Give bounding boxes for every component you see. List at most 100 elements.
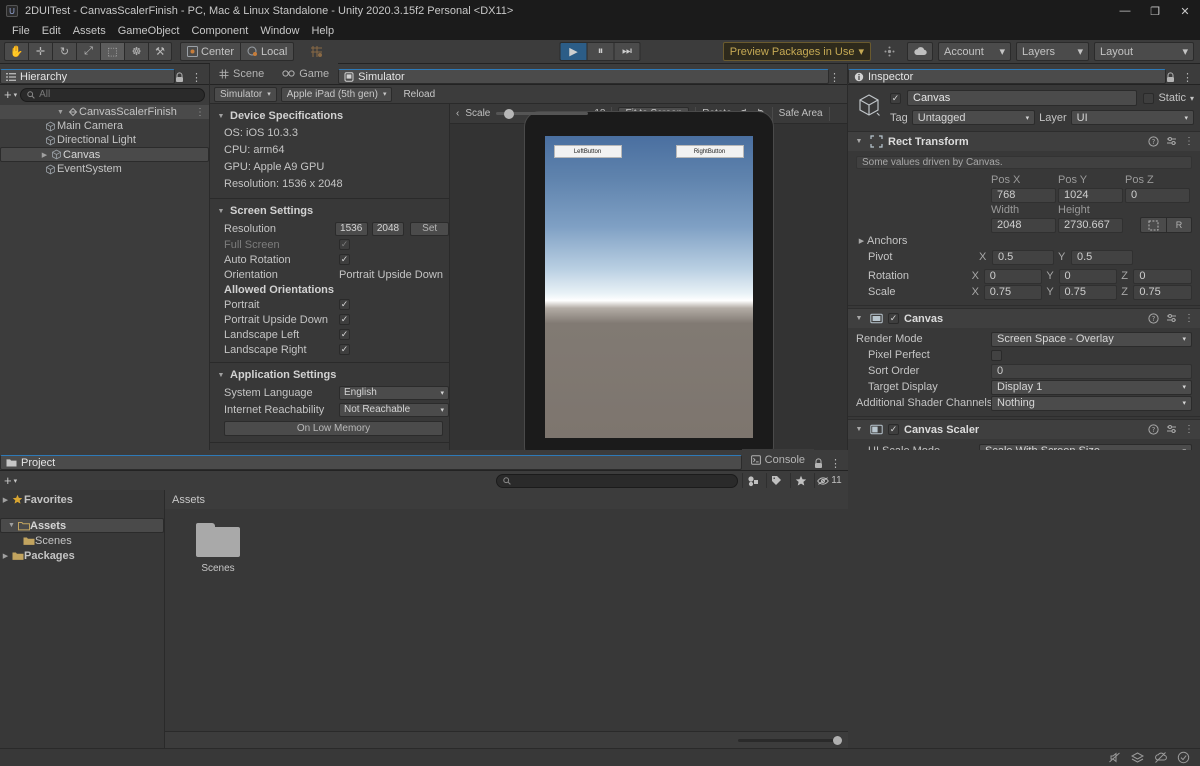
static-checkbox[interactable]: ✓ bbox=[1143, 92, 1155, 104]
menu-component[interactable]: Component bbox=[185, 22, 254, 40]
services-icon[interactable] bbox=[876, 42, 902, 61]
scale-x-input[interactable]: 0.75 bbox=[983, 284, 1043, 300]
allowed-landscape-left-checkbox[interactable]: ✓ bbox=[339, 329, 350, 340]
hierarchy-search-input[interactable]: All bbox=[20, 87, 205, 102]
lock-icon[interactable] bbox=[814, 458, 823, 469]
kebab-icon[interactable]: ⋮ bbox=[1184, 424, 1194, 435]
pixel-perfect-checkbox[interactable]: ✓ bbox=[991, 349, 1002, 361]
pos-x-input[interactable]: 768 bbox=[991, 187, 1056, 203]
tab-hierarchy[interactable]: Hierarchy bbox=[0, 69, 175, 84]
expand-arrow-icon[interactable]: ▶ bbox=[856, 237, 867, 245]
auto-rotation-checkbox[interactable]: ✓ bbox=[339, 254, 350, 265]
preset-icon[interactable] bbox=[1166, 424, 1177, 435]
on-low-memory-button[interactable]: On Low Memory bbox=[224, 421, 443, 436]
tab-simulator[interactable]: Simulator bbox=[338, 69, 829, 84]
right-button[interactable]: RightButton bbox=[675, 145, 744, 158]
help-icon[interactable]: ? bbox=[1148, 136, 1159, 147]
rotation-z-input[interactable]: 0 bbox=[1133, 268, 1193, 284]
kebab-icon[interactable]: ⋮ bbox=[829, 71, 840, 84]
kebab-icon[interactable]: ⋮ bbox=[195, 107, 205, 118]
tab-game[interactable]: Game bbox=[273, 63, 339, 84]
lock-icon[interactable] bbox=[175, 72, 184, 83]
collapse-arrow-icon[interactable]: ▼ bbox=[854, 426, 864, 433]
cloud-icon[interactable] bbox=[907, 42, 933, 61]
hierarchy-item-directional-light[interactable]: Directional Light bbox=[0, 133, 209, 147]
preset-icon[interactable] bbox=[1166, 313, 1177, 324]
collapse-arrow-icon[interactable]: ▼ bbox=[6, 522, 17, 529]
height-input[interactable]: 2730.667 bbox=[1058, 217, 1123, 233]
pivot-x-input[interactable]: 0.5 bbox=[992, 249, 1054, 265]
filter-by-label-icon[interactable] bbox=[766, 473, 786, 488]
kebab-icon[interactable]: ⋮ bbox=[191, 71, 202, 84]
allowed-portrait-upside-down-checkbox[interactable]: ✓ bbox=[339, 314, 350, 325]
rect-transform-header[interactable]: ▼ Rect Transform ? ⋮ bbox=[848, 132, 1200, 151]
asset-size-slider[interactable] bbox=[738, 735, 842, 745]
hidden-packages-count[interactable]: 11 bbox=[814, 473, 844, 488]
blueprint-mode-button[interactable]: R bbox=[1166, 217, 1192, 233]
minimize-button[interactable]: — bbox=[1110, 0, 1140, 22]
expand-arrow-icon[interactable]: ▶ bbox=[0, 496, 11, 504]
pivot-y-input[interactable]: 0.5 bbox=[1071, 249, 1133, 265]
allowed-portrait-checkbox[interactable]: ✓ bbox=[339, 299, 350, 310]
target-display-dropdown[interactable]: Display 1 ▾ bbox=[991, 379, 1192, 395]
kebab-icon[interactable]: ⋮ bbox=[1182, 71, 1193, 84]
hierarchy-item-canvas[interactable]: ▶ Canvas bbox=[0, 147, 209, 162]
rotate-tool-icon[interactable]: ↻ bbox=[52, 42, 76, 61]
layers-status-icon[interactable] bbox=[1131, 751, 1144, 764]
project-item-favorites[interactable]: ▶ Favorites bbox=[0, 492, 164, 507]
close-button[interactable]: ✕ bbox=[1170, 0, 1200, 22]
project-item-assets[interactable]: ▼ Assets bbox=[0, 518, 164, 533]
canvas-scaler-enabled-checkbox[interactable]: ✓ bbox=[888, 424, 899, 435]
tag-dropdown[interactable]: Untagged ▾ bbox=[911, 110, 1036, 125]
pause-button[interactable]: ⏸ bbox=[586, 42, 614, 61]
anchors-row[interactable]: ▶ Anchors bbox=[848, 233, 1200, 249]
render-mode-dropdown[interactable]: Screen Space - Overlay ▾ bbox=[991, 331, 1192, 347]
project-item-packages[interactable]: ▶ Packages bbox=[0, 548, 164, 563]
no-collab-icon[interactable] bbox=[1154, 751, 1167, 764]
scale-slider[interactable] bbox=[496, 108, 589, 119]
allowed-landscape-right-checkbox[interactable]: ✓ bbox=[339, 344, 350, 355]
expand-arrow-icon[interactable]: ▶ bbox=[0, 552, 11, 560]
preview-packages-button[interactable]: Preview Packages in Use ▾ bbox=[722, 42, 871, 61]
simulator-mode-dropdown[interactable]: Simulator ▾ bbox=[214, 86, 277, 102]
width-input[interactable]: 2048 bbox=[991, 217, 1056, 233]
tab-inspector[interactable]: Inspector bbox=[848, 69, 1166, 84]
star-icon[interactable] bbox=[790, 473, 810, 488]
account-dropdown[interactable]: Account ▾ bbox=[938, 42, 1011, 61]
lock-icon[interactable] bbox=[1166, 72, 1175, 83]
project-add-button[interactable]: + ▾ bbox=[4, 473, 17, 488]
play-button[interactable]: ▶ bbox=[559, 42, 587, 61]
add-gameobject-button[interactable]: + ▾ bbox=[4, 87, 17, 102]
step-button[interactable]: ⏭ bbox=[613, 42, 641, 61]
scale-slider-handle[interactable] bbox=[504, 108, 515, 119]
pos-z-input[interactable]: 0 bbox=[1125, 187, 1190, 203]
expand-arrow-icon[interactable]: ▶ bbox=[39, 151, 50, 159]
expand-arrow-icon[interactable]: ▼ bbox=[55, 109, 66, 116]
help-icon[interactable]: ? bbox=[1148, 424, 1159, 435]
device-specifications-header[interactable]: ▼ Device Specifications bbox=[210, 107, 449, 125]
collapse-arrow-icon[interactable]: ▼ bbox=[854, 138, 864, 145]
canvas-enabled-checkbox[interactable]: ✓ bbox=[888, 313, 899, 324]
menu-file[interactable]: File bbox=[6, 22, 36, 40]
kebab-icon[interactable]: ⋮ bbox=[1184, 313, 1194, 324]
anchor-preset-icon[interactable] bbox=[1140, 217, 1166, 233]
object-enabled-checkbox[interactable]: ✓ bbox=[890, 92, 901, 104]
maximize-button[interactable]: ❐ bbox=[1140, 0, 1170, 22]
screen-settings-header[interactable]: ▼ Screen Settings bbox=[210, 202, 449, 220]
hierarchy-item-eventsystem[interactable]: EventSystem bbox=[0, 162, 209, 176]
grid-snap-icon[interactable] bbox=[304, 42, 329, 61]
menu-help[interactable]: Help bbox=[305, 22, 340, 40]
scale-tool-icon[interactable]: ⤢ bbox=[76, 42, 100, 61]
collapse-arrow-icon[interactable]: ▼ bbox=[854, 315, 864, 322]
move-tool-icon[interactable]: ✛ bbox=[28, 42, 52, 61]
menu-gameobject[interactable]: GameObject bbox=[112, 22, 186, 40]
resolution-width-input[interactable]: 1536 bbox=[334, 221, 368, 236]
canvas-header[interactable]: ▼ ✓ Canvas ? ⋮ bbox=[848, 309, 1200, 328]
kebab-icon[interactable]: ⋮ bbox=[1184, 136, 1194, 147]
layers-dropdown[interactable]: Layers ▾ bbox=[1016, 42, 1089, 61]
resolution-height-input[interactable]: 2048 bbox=[371, 221, 405, 236]
transform-tool-icon[interactable]: ☸ bbox=[124, 42, 148, 61]
menu-assets[interactable]: Assets bbox=[67, 22, 112, 40]
pivot-mode-button[interactable]: Center bbox=[180, 42, 241, 61]
full-screen-checkbox[interactable]: ✓ bbox=[339, 239, 350, 250]
